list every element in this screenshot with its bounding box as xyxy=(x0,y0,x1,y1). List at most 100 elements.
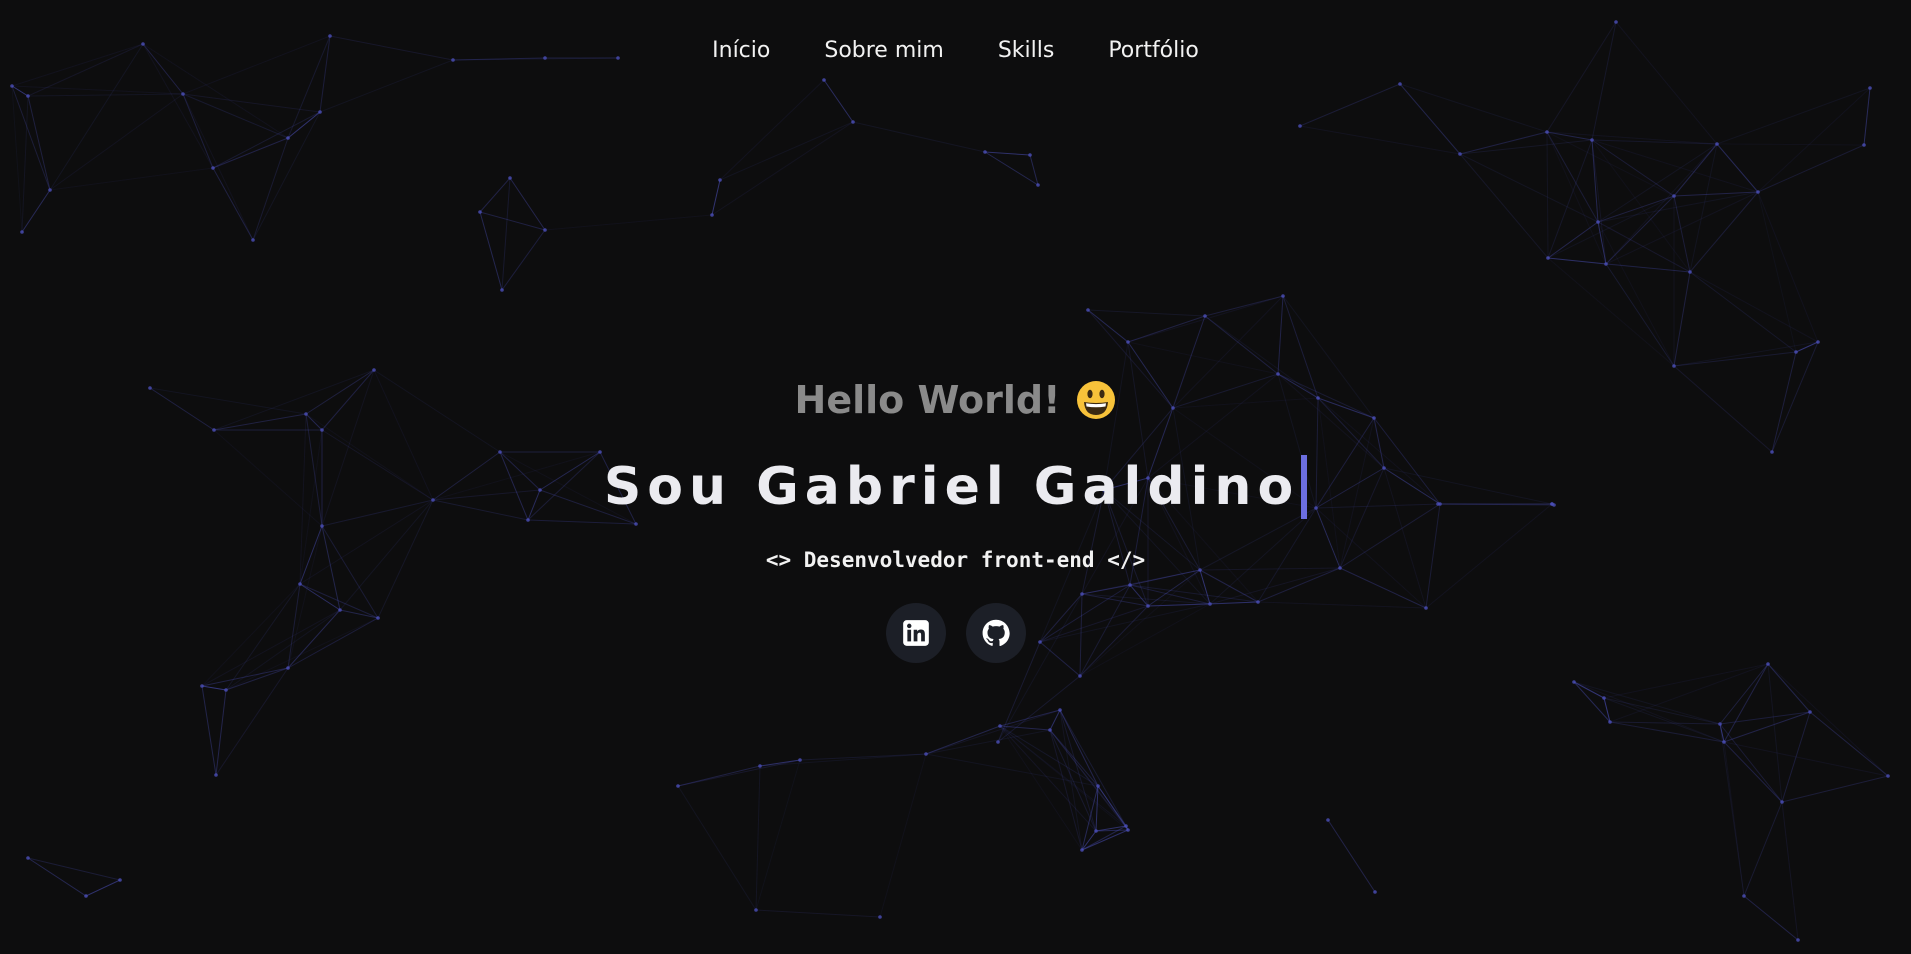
network-line xyxy=(252,137,289,241)
network-node xyxy=(1086,308,1090,312)
network-line xyxy=(1609,721,1721,725)
network-line xyxy=(252,111,321,241)
network-line xyxy=(27,857,87,897)
network-node xyxy=(320,428,324,432)
network-node xyxy=(1602,696,1606,700)
network-node xyxy=(1742,894,1746,898)
network-line xyxy=(999,725,1097,832)
network-line xyxy=(984,151,1031,156)
network-node xyxy=(372,368,376,372)
nav-link-sobre-mim[interactable]: Sobre mim xyxy=(824,38,943,63)
network-line xyxy=(1327,819,1376,893)
greeting-heading: Hello World! xyxy=(0,378,1911,422)
network-node xyxy=(1203,314,1207,318)
network-node xyxy=(998,724,1002,728)
network-line xyxy=(215,667,289,776)
network-node xyxy=(1458,152,1462,156)
network-node xyxy=(1058,708,1062,712)
network-node xyxy=(500,288,504,292)
network-line xyxy=(999,709,1061,727)
network-line xyxy=(1199,569,1259,603)
network-line xyxy=(1257,567,1341,603)
network-line xyxy=(1459,139,1593,155)
network-node xyxy=(1808,710,1812,714)
network-line xyxy=(479,211,503,291)
network-line xyxy=(501,229,546,291)
network-node xyxy=(318,110,322,114)
network-line xyxy=(1716,87,1871,145)
github-button[interactable] xyxy=(965,603,1026,663)
network-line xyxy=(1459,131,1548,155)
network-node xyxy=(26,856,30,860)
network-node xyxy=(1080,848,1084,852)
network-node xyxy=(1816,340,1820,344)
network-line xyxy=(1204,295,1284,317)
network-line xyxy=(11,85,29,97)
network-node xyxy=(758,764,762,768)
network-line xyxy=(1723,711,1811,743)
nav-link-portfolio[interactable]: Portfólio xyxy=(1108,38,1199,63)
network-node xyxy=(1036,183,1040,187)
network-line xyxy=(319,59,454,113)
linkedin-button[interactable] xyxy=(885,603,946,663)
network-node xyxy=(1672,364,1676,368)
network-node xyxy=(212,428,216,432)
network-line xyxy=(1097,785,1127,827)
network-line xyxy=(719,121,854,181)
network-line xyxy=(1547,257,1675,367)
network-node xyxy=(1794,350,1798,354)
network-line xyxy=(1573,681,1605,699)
greeting-text: Hello World! xyxy=(794,378,1061,422)
network-node xyxy=(1862,143,1866,147)
network-line xyxy=(1673,351,1797,367)
network-line xyxy=(27,93,184,97)
network-line xyxy=(1863,87,1871,146)
network-line xyxy=(85,879,121,897)
network-node xyxy=(634,522,638,526)
network-line xyxy=(1591,139,1675,197)
network-line xyxy=(999,725,1127,827)
network-line xyxy=(1689,143,1718,273)
network-node xyxy=(251,238,255,242)
network-line xyxy=(925,725,1001,755)
network-node xyxy=(1028,153,1032,157)
network-line xyxy=(501,177,511,291)
network-node xyxy=(508,176,512,180)
network-node xyxy=(1672,194,1676,198)
network-line xyxy=(1723,741,1783,803)
network-node xyxy=(1722,740,1726,744)
network-node xyxy=(84,894,88,898)
network-line xyxy=(1459,153,1599,223)
network-node xyxy=(26,94,30,98)
nav-link-skills[interactable]: Skills xyxy=(998,38,1055,63)
network-node xyxy=(1604,262,1608,266)
network-line xyxy=(1605,195,1675,265)
network-line xyxy=(1723,741,1889,777)
network-line xyxy=(1087,309,1206,317)
network-line xyxy=(1277,295,1284,375)
network-node xyxy=(200,684,204,688)
network-line xyxy=(755,909,881,918)
network-line xyxy=(1757,87,1871,193)
network-line xyxy=(1689,191,1759,273)
network-node xyxy=(1398,82,1402,86)
nav-link-inicio[interactable]: Início xyxy=(712,38,770,63)
network-node xyxy=(10,84,14,88)
network-node xyxy=(754,908,758,912)
network-node xyxy=(298,582,302,586)
network-line xyxy=(212,167,254,241)
network-node xyxy=(924,752,928,756)
network-node xyxy=(1545,130,1549,134)
social-links xyxy=(0,603,1911,663)
network-line xyxy=(1716,143,1865,146)
network-line xyxy=(287,111,321,139)
network-line xyxy=(677,785,757,911)
network-node xyxy=(286,666,290,670)
network-line xyxy=(479,177,511,213)
network-line xyxy=(1781,775,1889,803)
network-line xyxy=(212,111,321,169)
network-node xyxy=(214,773,218,777)
network-node xyxy=(1128,583,1132,587)
network-node xyxy=(1886,774,1890,778)
network-line xyxy=(677,765,761,787)
